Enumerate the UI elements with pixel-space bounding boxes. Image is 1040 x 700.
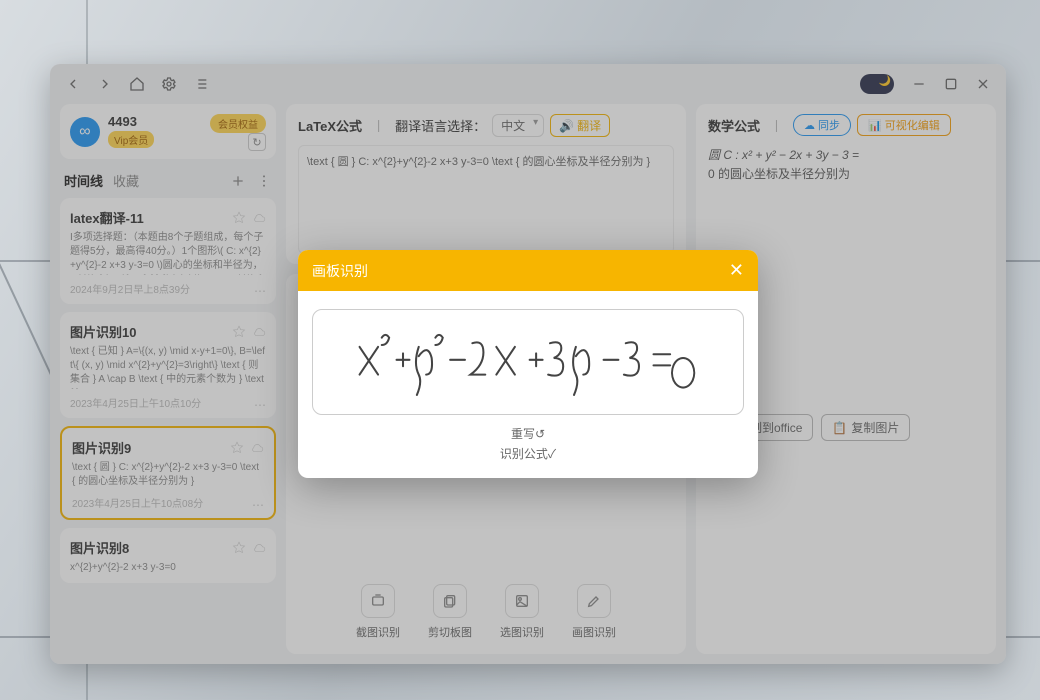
modal-overlay: 画板识别 ✕ xyxy=(50,64,1006,664)
handwriting-canvas[interactable] xyxy=(312,309,744,415)
draw-recognize-modal: 画板识别 ✕ xyxy=(298,250,758,477)
modal-title: 画板识别 xyxy=(312,261,368,281)
rewrite-button[interactable]: 重写↺ xyxy=(312,425,744,444)
modal-close-icon[interactable]: ✕ xyxy=(729,260,744,281)
app-window: ∞ 4493 Vip会员 会员权益 ↻ 时间线 收藏 latex翻译-11 xyxy=(50,64,1006,664)
recognize-button[interactable]: 识别公式✓ xyxy=(312,445,744,464)
